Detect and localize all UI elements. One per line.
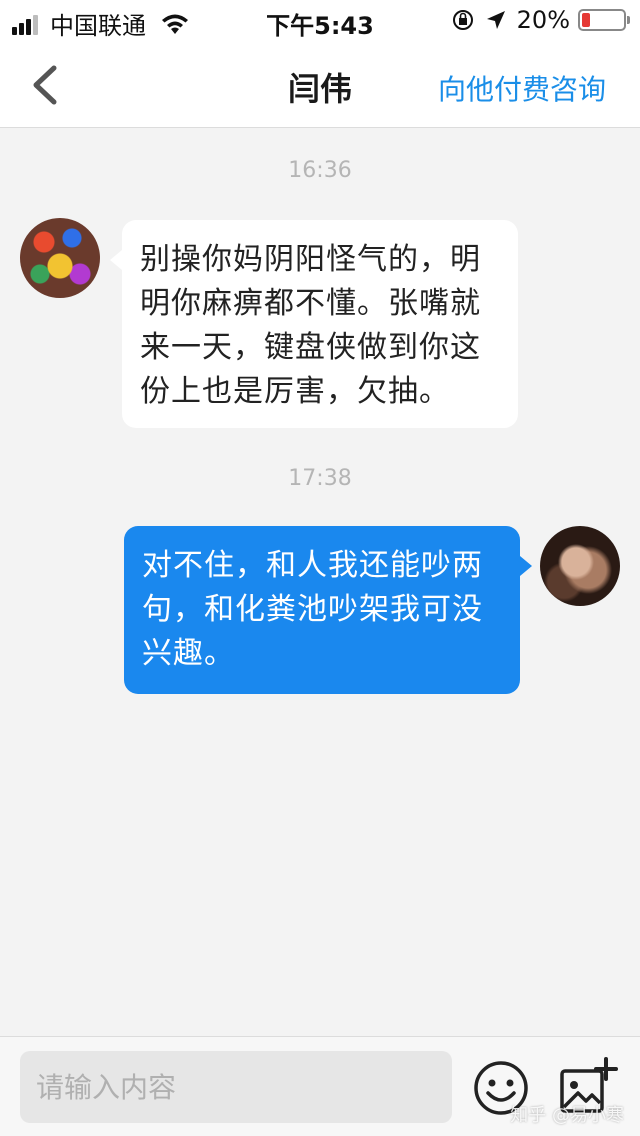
battery-fill: [582, 13, 590, 27]
incoming-message-bubble: 别操你妈阴阳怪气的，明明你麻痹都不懂。张嘴就来一天，键盘侠做到你这份上也是厉害，…: [110, 220, 518, 428]
user-avatar[interactable]: [540, 526, 620, 606]
status-right: 20%: [451, 6, 630, 34]
message-timestamp: 17:38: [288, 466, 352, 491]
status-bar: 中国联通 下午5:43 20%: [0, 0, 640, 42]
battery-percent: 20%: [516, 6, 570, 34]
battery-icon: [578, 9, 630, 31]
message-input[interactable]: [20, 1051, 452, 1123]
paid-consult-button[interactable]: 向他付费咨询: [438, 68, 606, 108]
message-timestamp: 16:36: [288, 158, 352, 183]
location-arrow-icon: [486, 11, 505, 29]
outgoing-message-bubble: 对不住，和人我还能吵两句，和化粪池吵架我可没兴趣。: [124, 526, 532, 694]
watermark-text: 知乎 @易小寒: [510, 1105, 624, 1126]
nav-bar: 闫伟 向他付费咨询: [0, 42, 640, 128]
input-bar: 知乎 @易小寒: [0, 1036, 640, 1136]
orientation-lock-icon: [452, 10, 473, 30]
contact-avatar[interactable]: [20, 218, 100, 298]
